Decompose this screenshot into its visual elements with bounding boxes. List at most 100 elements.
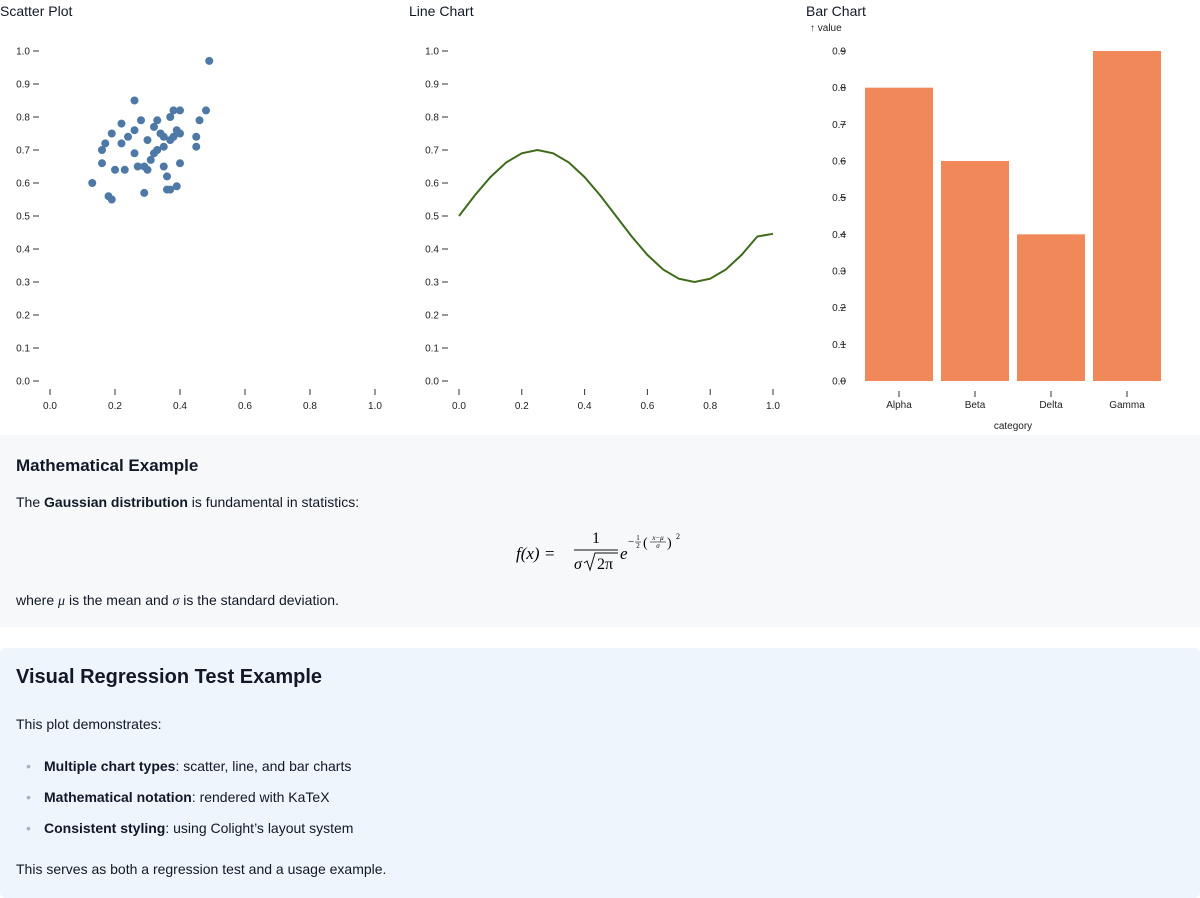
x-tick-label: 0.4 xyxy=(578,401,592,412)
y-tick-label: 0.5 xyxy=(832,193,846,204)
list-item-text: : using Colight’s layout system xyxy=(165,820,354,836)
scatter-point xyxy=(176,159,184,168)
bar-delta xyxy=(1017,234,1085,381)
y-tick-label: 0.0 xyxy=(16,377,30,388)
formula-exp-sign: − xyxy=(628,536,634,548)
y-tick-label: 0.2 xyxy=(425,311,439,322)
x-tick-label: Delta xyxy=(1039,400,1063,411)
x-tick-label: 0.8 xyxy=(303,401,317,412)
bullet-icon: • xyxy=(26,789,31,805)
charts-row: Scatter Plot 0.0 0.1 0.2 0.3 0.4 0.5 0.6 0.7 0.8… xyxy=(0,0,1200,435)
scatter-point xyxy=(163,172,171,181)
math-intro: The Gaussian distribution is fundamental… xyxy=(16,494,359,510)
math-heading: Mathematical Example xyxy=(16,456,199,475)
x-tick-label: 1.0 xyxy=(368,401,382,412)
math-intro-prefix: The xyxy=(16,494,45,510)
y-tick-label: 0.2 xyxy=(832,303,846,314)
y-tick-label: 0.5 xyxy=(425,212,439,223)
line-chart-panel: Line Chart 0.0 0.1 0.2 0.3 0.4 0.5 0.6 0.7 0.8 0.… xyxy=(409,0,799,435)
y-tick-label: 0.8 xyxy=(16,113,30,124)
scatter-point xyxy=(195,116,204,125)
scatter-point xyxy=(143,136,152,145)
list-item-bold: Consistent styling xyxy=(44,820,166,836)
bar-alpha xyxy=(865,87,933,382)
bullet-icon: • xyxy=(26,758,31,774)
line-chart-svg: 0.0 0.1 0.2 0.3 0.4 0.5 0.6 0.7 0.8 0.9 1.0 0.0 0.2 0… xyxy=(425,47,780,413)
scatter-point xyxy=(88,179,97,187)
scatter-plot-svg: 0.0 0.1 0.2 0.3 0.4 0.5 0.6 0.7 0.8 0.9 1.0 0.0 0.2 0… xyxy=(16,47,382,413)
y-tick-label: 0.0 xyxy=(425,377,439,388)
math-outro: where μ is the mean and σ is the standar… xyxy=(16,592,339,610)
formula-exp-frac-num: x−μ xyxy=(651,534,664,542)
y-tick-label: 0.1 xyxy=(425,344,439,355)
formula-exp-open-paren: ( xyxy=(643,536,648,551)
x-tick-label: 0.6 xyxy=(238,401,252,412)
y-tick-label: 0.1 xyxy=(16,344,30,355)
scatter-point xyxy=(143,165,152,174)
x-axis-label: category xyxy=(994,421,1032,432)
gaussian-formula: f(x) = 1 σ 2π e − 1 2 ( x−μ σ ) 2 xyxy=(516,530,680,573)
x-tick-label: 1.0 xyxy=(766,401,780,412)
scatter-point xyxy=(205,56,214,65)
list-item-text: : scatter, line, and bar charts xyxy=(175,758,352,774)
scatter-point xyxy=(107,195,116,204)
y-tick-label: 0.7 xyxy=(425,146,439,157)
scatter-point xyxy=(111,165,119,174)
regression-list: • Multiple chart types: scatter, line, an… xyxy=(16,757,353,850)
x-tick-label: 0.2 xyxy=(515,401,529,412)
scatter-point xyxy=(130,126,139,135)
y-tick-label: 0.4 xyxy=(16,245,30,256)
bar-chart-panel: Bar Chart ↑ value 0.0 0.1 0.2 0.3 0.4 0.5 0.6 0.… xyxy=(806,0,1200,435)
formula-denominator-root: 2π xyxy=(597,556,613,573)
formula-lhs: f(x) = xyxy=(516,544,555,563)
x-tick-label: 0.0 xyxy=(452,401,466,412)
bar-chart-svg: ↑ value 0.0 0.1 0.2 0.3 0.4 0.5 0.6 0.7 0.8 0.9 Alp… xyxy=(810,23,1161,432)
math-intro-bold: Gaussian distribution xyxy=(44,494,188,510)
math-intro-suffix: is fundamental in statistics: xyxy=(187,494,360,510)
bar-beta xyxy=(941,161,1009,381)
list-item-text: : rendered with KaTeX xyxy=(191,789,330,805)
x-tick-label: Alpha xyxy=(886,400,912,411)
formula-numerator: 1 xyxy=(592,530,600,547)
y-tick-label: 0.4 xyxy=(832,230,846,241)
scatter-point xyxy=(107,129,116,138)
x-tick-label: 0.8 xyxy=(703,401,717,412)
y-tick-label: 0.0 xyxy=(832,377,846,388)
y-tick-label: 1.0 xyxy=(425,47,439,58)
formula-denominator-sigma: σ xyxy=(574,556,583,573)
y-tick-label: 0.8 xyxy=(832,83,846,94)
formula-exp-half-den: 2 xyxy=(636,542,640,550)
line-series xyxy=(458,148,774,284)
x-tick-label: 0.0 xyxy=(43,401,57,412)
y-tick-label: 0.4 xyxy=(425,245,439,256)
y-tick-label: 0.3 xyxy=(16,278,30,289)
y-tick-label: 0.8 xyxy=(425,113,439,124)
list-item: • Mathematical notation: rendered with Ka… xyxy=(16,788,353,819)
math-outro-where: where xyxy=(16,592,59,608)
scatter-point xyxy=(137,116,145,125)
y-tick-label: 0.3 xyxy=(832,267,846,278)
y-tick-label: 0.9 xyxy=(16,80,30,91)
scatter-point xyxy=(153,116,162,125)
scatter-point xyxy=(98,159,106,168)
scatter-point xyxy=(124,132,132,141)
scatter-point xyxy=(202,106,210,115)
math-outro-end: is the standard deviation. xyxy=(179,592,339,608)
regression-outro: This serves as both a regression test an… xyxy=(16,861,387,877)
scatter-point xyxy=(176,106,184,115)
x-tick-label: 0.4 xyxy=(173,401,187,412)
formula-exp-power: 2 xyxy=(676,532,680,541)
y-tick-label: 0.5 xyxy=(16,212,30,223)
scatter-plot-panel: Scatter Plot 0.0 0.1 0.2 0.3 0.4 0.5 0.6 0.7 0.8… xyxy=(0,0,400,435)
scatter-point xyxy=(159,162,168,171)
list-item: • Consistent styling: using Colight’s lay… xyxy=(16,819,353,850)
y-tick-label: 0.6 xyxy=(832,157,846,168)
scatter-point xyxy=(176,129,184,138)
regression-intro: This plot demonstrates: xyxy=(16,716,162,732)
scatter-point xyxy=(192,132,201,141)
math-outro-mid: is the mean and xyxy=(65,592,173,608)
mu-symbol: μ xyxy=(58,594,66,609)
list-item-bold: Mathematical notation xyxy=(44,789,192,805)
y-tick-label: 0.1 xyxy=(832,340,846,351)
y-tick-label: 0.9 xyxy=(832,47,846,58)
